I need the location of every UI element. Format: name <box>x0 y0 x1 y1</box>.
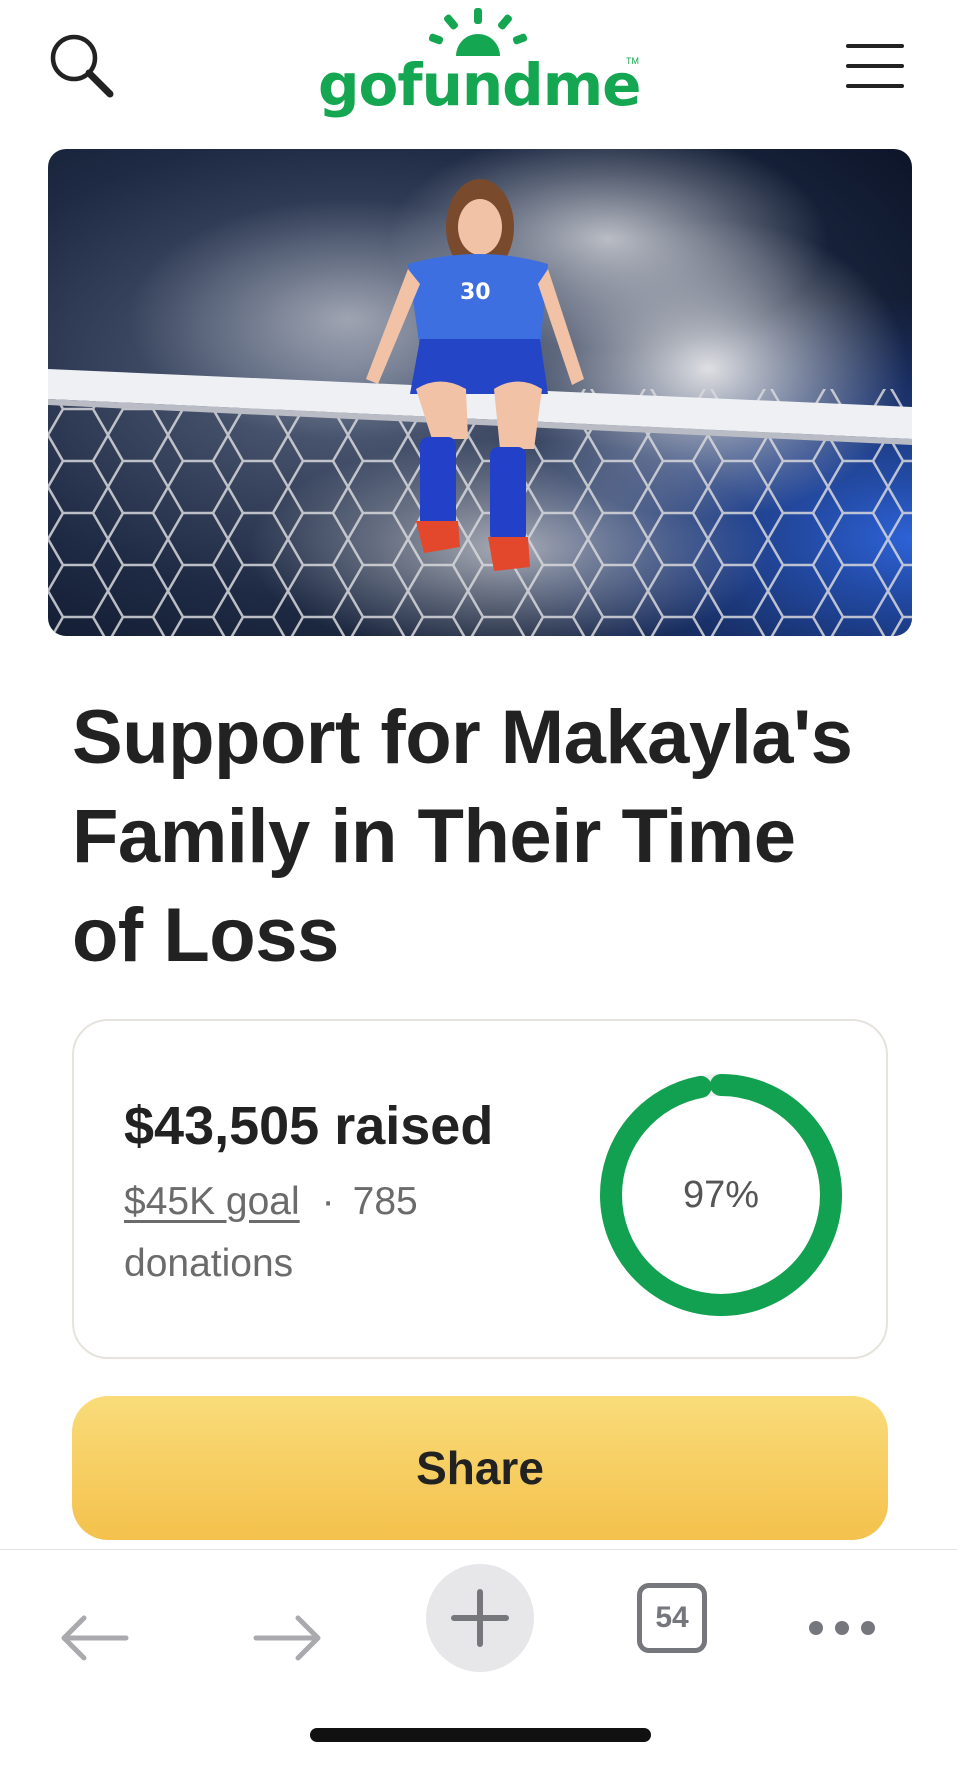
goal-and-donations: $45K goal · 785 donations <box>124 1171 504 1295</box>
more-button[interactable] <box>806 1608 878 1648</box>
app-header: gofundme TM <box>0 0 957 140</box>
search-icon <box>50 34 114 98</box>
tab-switcher-button[interactable]: 54 <box>637 1583 707 1653</box>
svg-text:30: 30 <box>460 280 491 305</box>
logo-wordmark: gofundme <box>318 51 641 119</box>
menu-button[interactable] <box>840 36 910 96</box>
back-button[interactable] <box>56 1610 132 1666</box>
sun-rays-icon <box>428 8 528 56</box>
campaign-title: Support for Makayla's Family in Their Ti… <box>72 695 853 978</box>
hamburger-menu-icon <box>846 44 904 88</box>
plus-icon <box>451 1589 509 1647</box>
arrow-left-icon <box>61 1615 129 1661</box>
donation-progress-card: $43,505 raised $45K goal · 785 donations 9… <box>72 1019 888 1359</box>
gofundme-logo[interactable]: gofundme TM <box>318 6 648 124</box>
campaign-hero-image: 30 <box>48 149 912 636</box>
search-button[interactable] <box>44 28 120 104</box>
amount-raised: $43,505 raised <box>124 1096 494 1156</box>
more-dots-icon <box>809 1621 875 1635</box>
progress-percent: 97% <box>682 1173 760 1216</box>
new-tab-button[interactable] <box>426 1564 534 1672</box>
trademark-mark: TM <box>626 56 639 66</box>
separator-dot: · <box>321 1180 335 1223</box>
goal-link[interactable]: $45K goal <box>124 1180 300 1223</box>
share-button[interactable]: Share <box>72 1396 888 1540</box>
forward-button[interactable] <box>250 1610 326 1666</box>
home-indicator <box>310 1728 651 1742</box>
arrow-right-icon <box>253 1615 321 1661</box>
hero-illustration: 30 <box>48 149 912 636</box>
